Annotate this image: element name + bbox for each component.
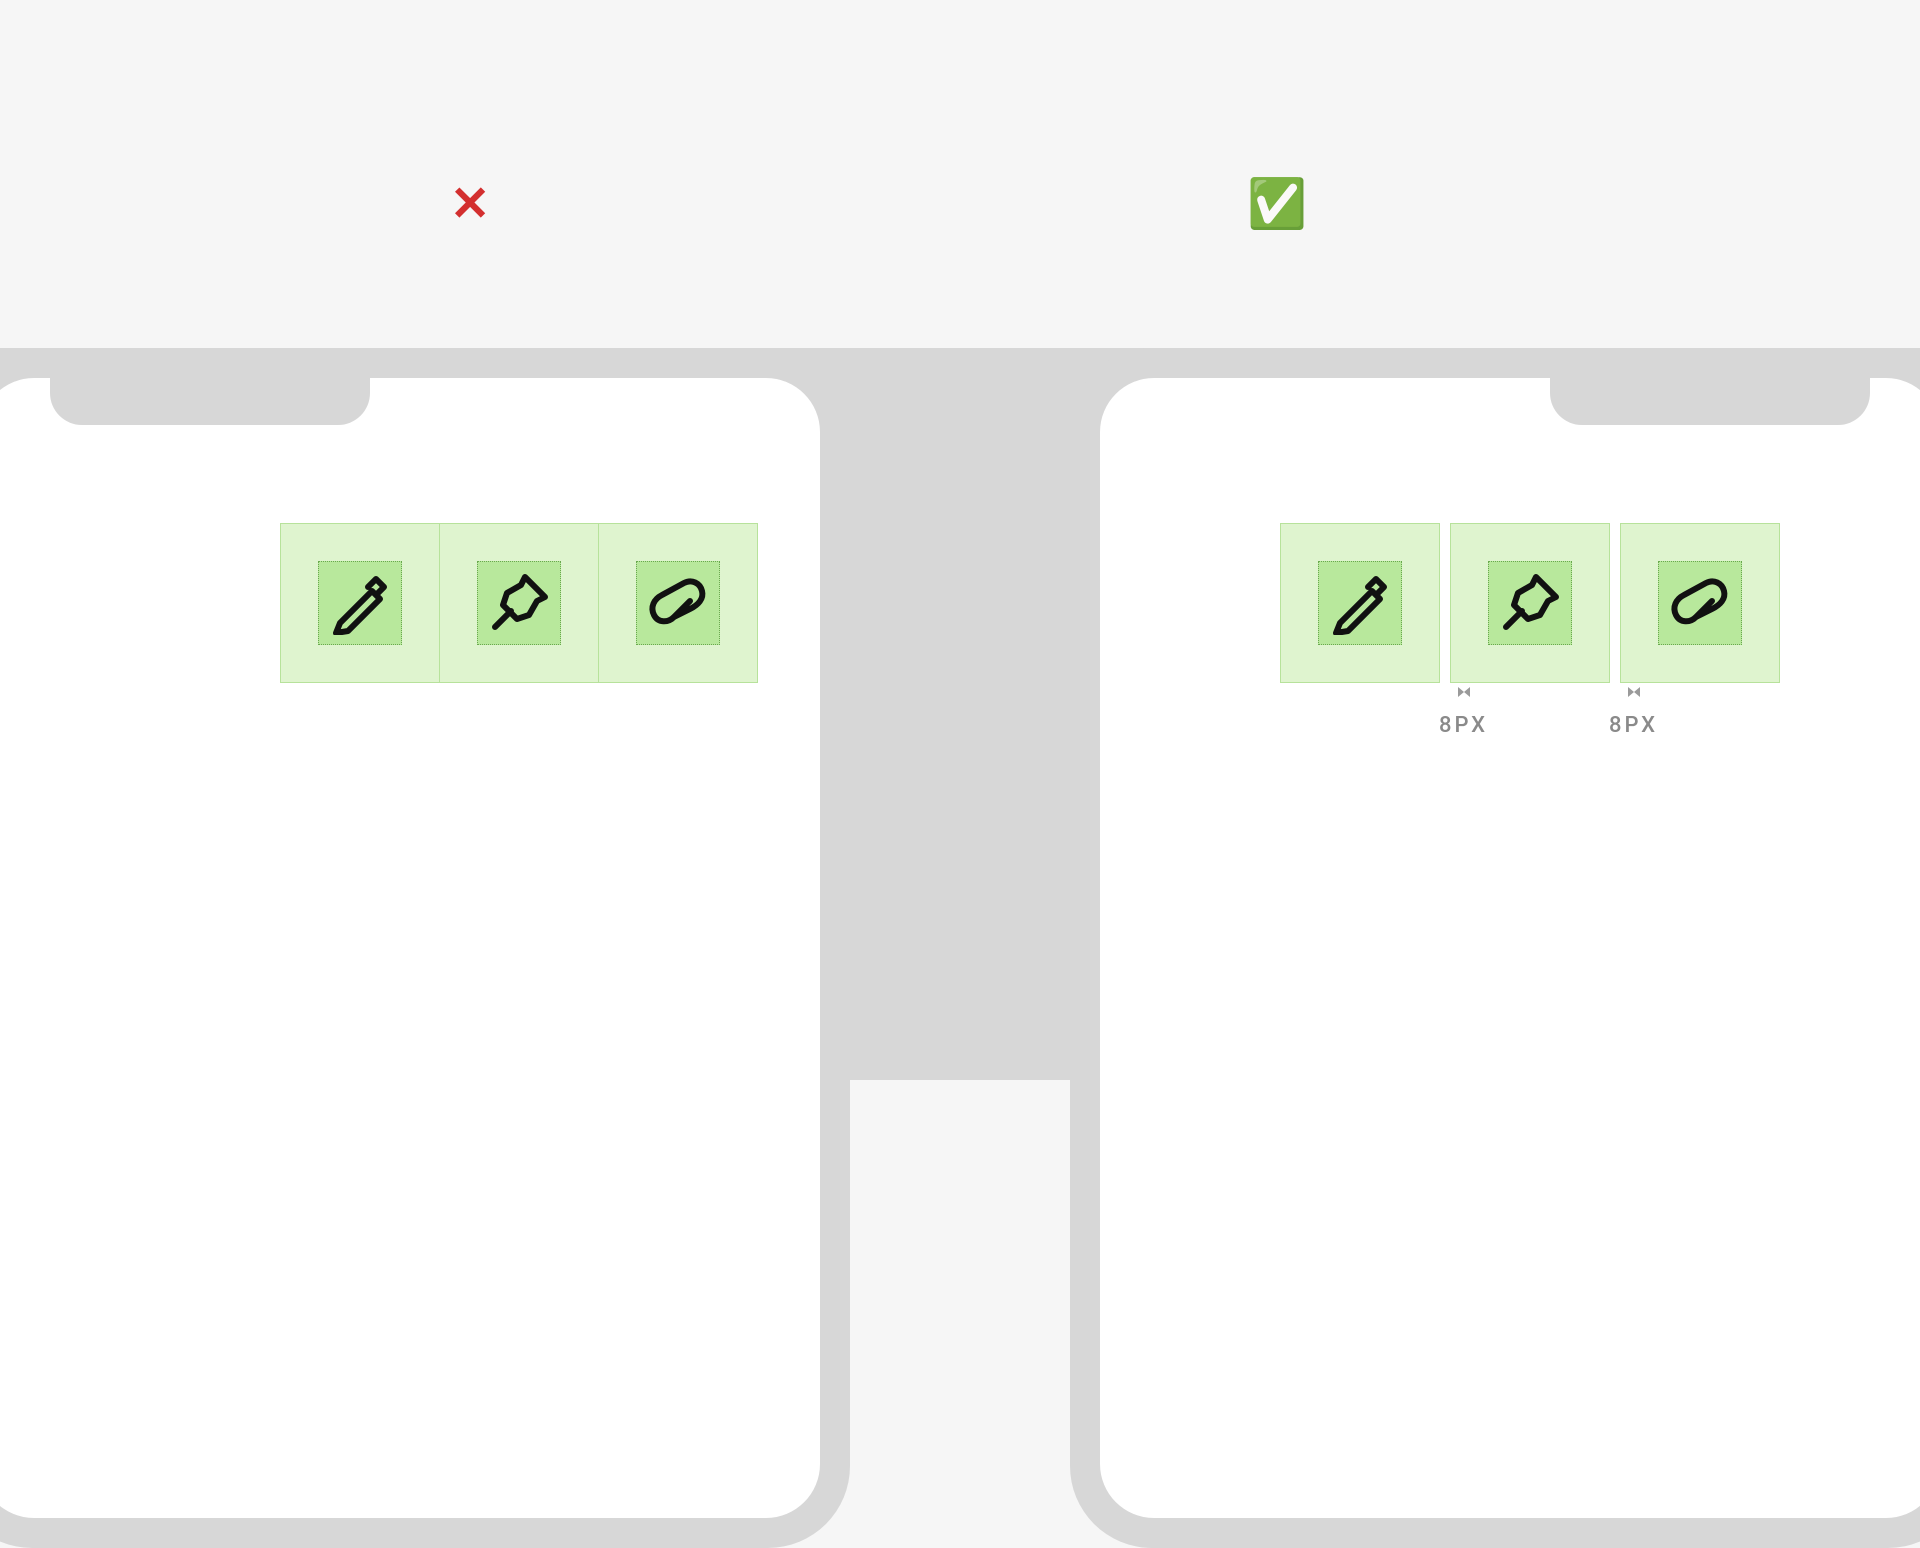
gap-annotation-1: 8PX	[1439, 687, 1488, 738]
pencil-icon	[318, 561, 402, 645]
pencil-icon	[1318, 561, 1402, 645]
incorrect-indicator: ✕	[450, 180, 490, 228]
phone-screen	[0, 378, 820, 1518]
gap-annotation-2: 8PX	[1609, 687, 1658, 738]
touch-target-attach[interactable]	[1620, 523, 1780, 683]
clip-icon	[1658, 561, 1742, 645]
touch-target-attach[interactable]	[598, 523, 758, 683]
phone-screen: 8PX 8PX	[1100, 378, 1920, 1518]
gap-bowtie-icon	[1458, 687, 1470, 697]
correct-indicator: ✅	[1247, 180, 1307, 228]
phone-notch	[1550, 377, 1870, 425]
phone-mock-bad	[0, 348, 850, 1548]
pin-icon	[1488, 561, 1572, 645]
clip-icon	[636, 561, 720, 645]
touch-target-pin[interactable]	[439, 523, 599, 683]
pin-icon	[477, 561, 561, 645]
toolbar-bad	[280, 523, 758, 683]
gap-label: 8PX	[1609, 713, 1658, 738]
touch-target-edit[interactable]	[1280, 523, 1440, 683]
gap-bowtie-icon	[1628, 687, 1640, 697]
phone-notch	[50, 377, 370, 425]
touch-target-pin[interactable]	[1450, 523, 1610, 683]
phone-mock-good: 8PX 8PX	[1070, 348, 1920, 1548]
comparison-stage: 8PX 8PX	[0, 348, 1920, 1080]
toolbar-good	[1280, 523, 1780, 683]
gap-label: 8PX	[1439, 713, 1488, 738]
touch-target-edit[interactable]	[280, 523, 440, 683]
